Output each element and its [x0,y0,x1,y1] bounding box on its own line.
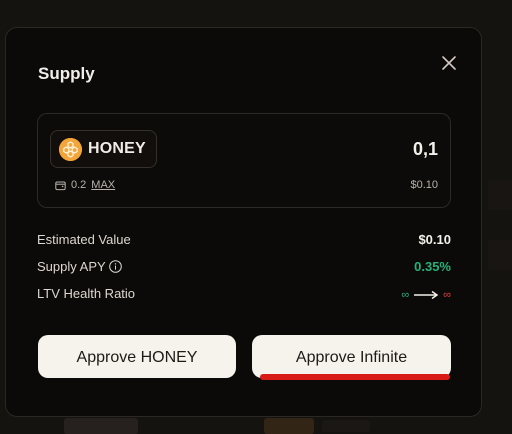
balance-row: 0.2 MAX [55,177,115,193]
background-element [488,180,512,210]
close-button[interactable] [438,52,460,74]
ltv-current: ∞ [401,289,410,301]
approve-infinite-button[interactable]: Approve Infinite [252,335,451,378]
estimated-value-row: Estimated Value $0.10 [37,232,451,252]
ltv-projected: ∞ [443,289,451,301]
estimated-value-label: Estimated Value [37,232,131,247]
estimated-value: $0.10 [418,232,451,247]
modal-title: Supply [38,64,95,83]
supply-apy-label: Supply APY [37,259,106,274]
close-icon [442,56,456,70]
arrow-right-icon [413,290,439,300]
token-selector[interactable]: HONEY [50,130,157,168]
supply-apy-label-group: Supply APY [37,259,122,274]
supply-apy-value: 0.35% [414,259,451,274]
token-name: HONEY [88,140,146,157]
info-icon[interactable] [108,260,122,273]
ltv-health-value: ∞ ∞ [401,289,451,301]
ltv-health-row: LTV Health Ratio ∞ ∞ [37,286,451,306]
amount-input-card: HONEY 0.2 MAX $0.10 [37,113,451,208]
approve-honey-button[interactable]: Approve HONEY [38,335,236,378]
ltv-health-label: LTV Health Ratio [37,286,136,301]
max-button[interactable]: MAX [91,179,115,191]
background-element [488,240,512,270]
background-element [322,420,370,432]
wallet-balance: 0.2 [71,179,87,191]
honey-token-icon [59,138,82,161]
supply-modal: Supply HONEY 0,1 0.2 MAX $0.10 Estimated… [5,27,482,417]
supply-apy-row: Supply APY 0.35% [37,259,451,279]
amount-input[interactable] [288,136,438,162]
wallet-icon [55,180,66,191]
highlight-underline [260,374,450,380]
usd-value: $0.10 [410,179,438,191]
background-element [264,418,314,434]
background-element [64,418,138,434]
